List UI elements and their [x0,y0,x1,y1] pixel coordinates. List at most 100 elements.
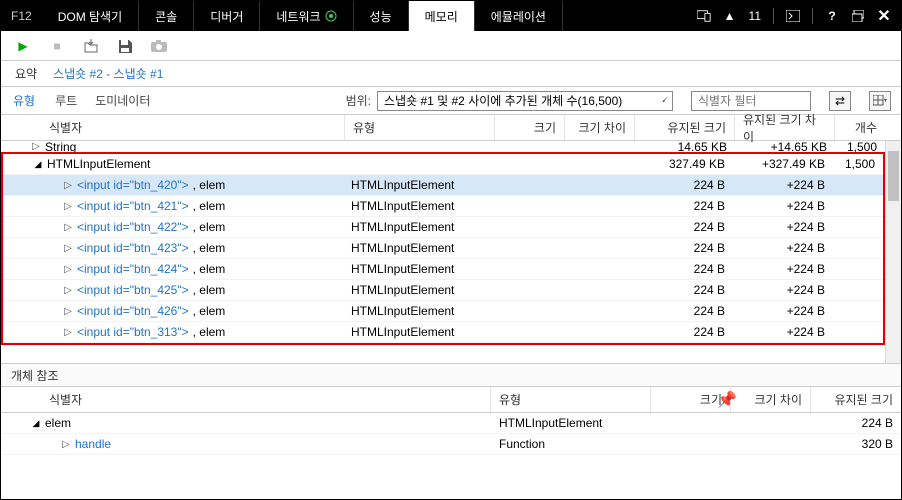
help-icon[interactable]: ? [825,9,839,23]
expand-icon[interactable] [31,141,41,152]
refs-table-row[interactable]: handleFunction320 B [1,434,901,455]
device-icon[interactable] [697,9,711,23]
highlighted-group: HTMLInputElement327.49 KB+327.49 KB1,500… [1,152,885,345]
expand-icon[interactable] [63,222,73,233]
table-row[interactable]: <input id="btn_426">, elemHTMLInputEleme… [3,301,883,322]
error-count: 11 [749,9,761,23]
expand-icon[interactable] [63,201,73,212]
row-identifier: <input id="btn_313"> [77,325,189,339]
row-retained: 320 B [811,437,901,451]
import-icon[interactable] [83,38,99,54]
scrollbar[interactable] [885,141,901,363]
f12-label: F12 [1,1,42,31]
row-type: HTMLInputElement [343,199,493,213]
main-tab[interactable]: 성능 [354,1,409,31]
col-size[interactable]: 크기 [495,115,565,140]
row-retained-diff: +224 B [733,241,833,255]
refs-col-retained[interactable]: 유지된 크기 [811,387,901,412]
expand-icon[interactable] [63,264,73,275]
col-type[interactable]: 유형 [345,115,495,140]
refs-col-identifier[interactable]: 식별자 [1,387,491,412]
table-row[interactable]: <input id="btn_423">, elemHTMLInputEleme… [3,238,883,259]
col-identifier[interactable]: 식별자 [1,115,345,140]
row-type: HTMLInputElement [343,241,493,255]
row-retained: 224 B [633,241,733,255]
row-retained: 224 B [633,220,733,234]
pin-icon[interactable]: 📌 [717,390,737,410]
main-tab[interactable]: 콘솔 [139,1,194,31]
row-retained-diff: +224 B [733,283,833,297]
row-type: HTMLInputElement [343,262,493,276]
row-retained: 224 B [633,304,733,318]
main-tab[interactable]: 디버거 [194,1,260,31]
scope-select[interactable]: 스냅숏 #1 및 #2 사이에 추가된 개체 수(16,500) 🗸 [377,91,673,111]
grid-header: 식별자 유형 크기 크기 차이 유지된 크기 유지된 크기 차이 개수 [1,115,901,141]
main-tab[interactable]: 네트워크 [260,1,353,31]
save-icon[interactable] [117,38,133,54]
warning-icon[interactable]: ▲ [723,9,737,23]
main-tab[interactable]: 메모리 [409,1,475,31]
summary-label: 요약 [15,65,37,82]
row-retained-diff: +327.49 KB [733,157,833,171]
row-retained: 224 B [633,325,733,339]
scrollbar-thumb[interactable] [888,151,899,201]
expand-icon[interactable] [61,439,71,450]
refs-col-size-diff[interactable]: 크기 차이 [731,387,811,412]
row-count: 1,500 [833,157,883,171]
row-identifier: elem [45,416,71,430]
view-tab-root[interactable]: 루트 [55,92,77,109]
restore-icon[interactable] [851,9,865,23]
table-row[interactable]: <input id="btn_424">, elemHTMLInputEleme… [3,259,883,280]
expand-icon[interactable] [63,306,73,317]
expand-icon[interactable] [63,285,73,296]
row-count: 1,500 [835,141,885,153]
view-tab-type[interactable]: 유형 [11,92,37,109]
play-icon[interactable]: ▶ [15,38,31,54]
settings-icon[interactable]: ⇄ [829,91,851,111]
console-icon[interactable] [786,9,800,23]
stop-icon[interactable]: ■ [49,38,65,54]
expand-icon[interactable] [63,327,73,338]
object-refs-title: 개체 참조 [1,363,901,387]
row-retained: 224 B [633,262,733,276]
row-retained: 224 B [633,283,733,297]
view-tab-dominator[interactable]: 도미네이터 [95,92,150,109]
expand-icon[interactable] [63,243,73,254]
refs-grid-header: 식별자 유형 크기📌 크기 차이 유지된 크기 [1,387,901,413]
row-type: HTMLInputElement [491,416,651,430]
table-row[interactable]: <input id="btn_425">, elemHTMLInputEleme… [3,280,883,301]
row-identifier: String [45,141,76,153]
row-retained-diff: +224 B [733,262,833,276]
table-row[interactable]: <input id="btn_422">, elemHTMLInputEleme… [3,217,883,238]
refs-col-type[interactable]: 유형 [491,387,651,412]
table-row[interactable]: <input id="btn_313">, elemHTMLInputEleme… [3,322,883,343]
col-retained[interactable]: 유지된 크기 [635,115,735,140]
row-type: HTMLInputElement [343,220,493,234]
row-identifier: <input id="btn_421"> [77,199,189,213]
camera-icon[interactable] [151,38,167,54]
col-size-diff[interactable]: 크기 차이 [565,115,635,140]
expand-icon[interactable] [33,159,43,170]
row-retained: 224 B [633,178,733,192]
table-row[interactable]: <input id="btn_421">, elemHTMLInputEleme… [3,196,883,217]
table-row[interactable]: <input id="btn_420">, elemHTMLInputEleme… [3,175,883,196]
row-identifier: <input id="btn_424"> [77,262,189,276]
col-retained-diff[interactable]: 유지된 크기 차이 [735,115,835,140]
main-tab[interactable]: 에뮬레이션 [475,1,563,31]
expand-icon[interactable] [31,418,41,429]
refs-table-row[interactable]: elemHTMLInputElement224 B [1,413,901,434]
grid-options-icon[interactable] [869,91,891,111]
refs-col-size[interactable]: 크기📌 [651,387,731,412]
row-identifier: <input id="btn_422"> [77,220,189,234]
main-tab[interactable]: DOM 탐색기 [42,1,139,31]
close-icon[interactable]: ✕ [877,9,891,23]
identifier-filter-input[interactable] [691,91,811,111]
row-identifier: <input id="btn_425"> [77,283,189,297]
row-type: HTMLInputElement [343,283,493,297]
snapshot-link[interactable]: 스냅숏 #2 - 스냅숏 #1 [53,65,163,82]
col-count[interactable]: 개수 [835,115,885,140]
table-row[interactable]: HTMLInputElement327.49 KB+327.49 KB1,500 [3,154,883,175]
row-retained-diff: +224 B [733,199,833,213]
expand-icon[interactable] [63,180,73,191]
grid-body: String14.65 KB+14.65 KB1,500HTMLInputEle… [1,141,901,363]
